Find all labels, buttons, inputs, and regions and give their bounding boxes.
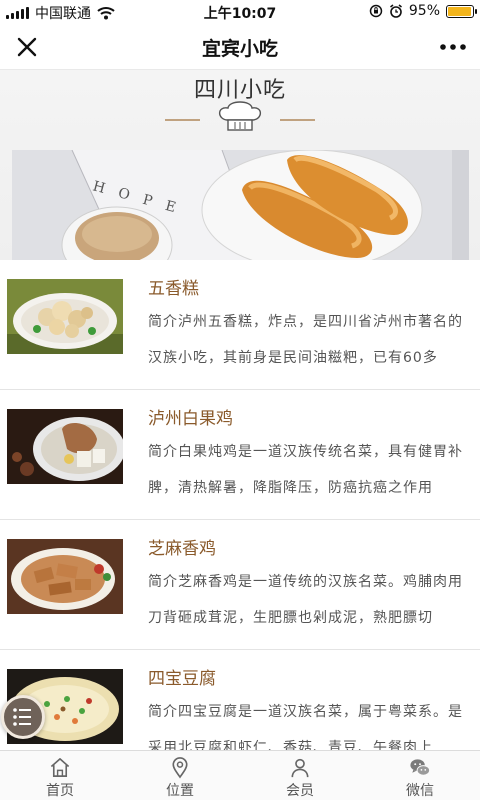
location-icon (172, 757, 188, 779)
page-header: 四川小吃 HOPE LOVE (0, 70, 480, 260)
food-description: 简介四宝豆腐是一道汉族名菜，属于粤菜系。是采用北豆腐和虾仁、香菇、青豆、午餐肉上 (148, 704, 463, 750)
food-image (7, 539, 123, 614)
food-name[interactable]: 四宝豆腐 (148, 664, 216, 689)
food-image (7, 409, 123, 484)
food-name[interactable]: 五香糕 (148, 274, 199, 299)
rotation-lock-icon (369, 4, 383, 18)
tab-bar: 首页 位置 会员 微信 (0, 750, 480, 800)
more-icon[interactable] (438, 34, 468, 60)
chef-hat-icon (165, 101, 315, 131)
food-item-zhima-xiangji[interactable]: 芝麻香鸡 简介芝麻香鸡是一道传统的汉族名菜。鸡脯肉用刀背砸成茸泥，生肥膘也剁成泥… (0, 520, 480, 650)
food-list: 五香糕 简介泸州五香糕，炸点，是四川省泸州市著名的汉族小吃，其前身是民间油糍粑，… (0, 260, 480, 750)
status-bar: 中国联通 上午10:07 95% (0, 0, 480, 24)
tab-location[interactable]: 位置 (120, 751, 240, 800)
tab-label: 会员 (286, 783, 314, 799)
tab-wechat[interactable]: 微信 (360, 751, 480, 800)
user-icon (291, 758, 309, 778)
tab-label: 微信 (406, 783, 434, 799)
food-description: 简介白果炖鸡是一道汉族传统名菜，具有健胃补脾，清热解暑，降脂降压，防癌抗癌之作用 (148, 444, 463, 496)
floating-menu-button[interactable] (1, 695, 45, 739)
food-item-baiguo-ji[interactable]: 泸州白果鸡 简介白果炖鸡是一道汉族传统名菜，具有健胃补脾，清热解暑，降脂降压，防… (0, 390, 480, 520)
alarm-icon (389, 4, 402, 18)
menu-list-icon (13, 708, 31, 726)
page-title: 宜宾小吃 (201, 38, 278, 60)
tab-member[interactable]: 会员 (240, 751, 360, 800)
food-image (7, 279, 123, 354)
battery-icon (446, 4, 477, 18)
food-description: 简介泸州五香糕，炸点，是四川省泸州市著名的汉族小吃，其前身是民间油糍粑，已有60… (148, 314, 463, 366)
food-name[interactable]: 泸州白果鸡 (148, 404, 233, 429)
tab-label: 首页 (46, 783, 74, 799)
nav-bar: 宜宾小吃 (0, 24, 480, 70)
tab-home[interactable]: 首页 (0, 751, 120, 800)
tab-label: 位置 (166, 783, 194, 799)
wechat-icon (410, 759, 431, 776)
status-right: 95% (369, 3, 477, 19)
food-description: 简介芝麻香鸡是一道传统的汉族名菜。鸡脯肉用刀背砸成茸泥，生肥膘也剁成泥，熟肥膘切 (148, 574, 463, 626)
food-name[interactable]: 芝麻香鸡 (148, 534, 216, 559)
home-icon (50, 758, 70, 777)
battery-percent: 95% (408, 3, 440, 19)
food-item-sibao-doufu[interactable]: 四宝豆腐 简介四宝豆腐是一道汉族名菜，属于粤菜系。是采用北豆腐和虾仁、香菇、青豆… (0, 650, 480, 750)
food-item-wuxiang-gao[interactable]: 五香糕 简介泸州五香糕，炸点，是四川省泸州市著名的汉族小吃，其前身是民间油糍粑，… (0, 260, 480, 390)
hero-image: HOPE LOVE (12, 150, 469, 260)
